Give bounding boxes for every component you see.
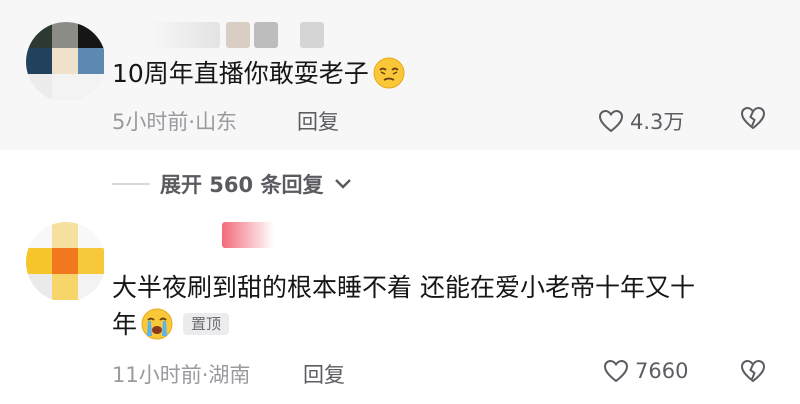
- comment-list: 10周年直播你敢耍老子 5小时前·山东 回复 4.3万 展开 560 条回复 大…: [0, 0, 800, 404]
- comment-text-content: 10周年直播你敢耍老子: [112, 59, 369, 88]
- reply-button[interactable]: 回复: [297, 106, 339, 136]
- comment-time: 5小时前: [112, 110, 189, 134]
- expand-replies-button[interactable]: 展开 560 条回复: [112, 169, 353, 199]
- expand-replies-label: 展开 560 条回复: [160, 173, 324, 197]
- comment-text: 10周年直播你敢耍老子: [112, 55, 405, 93]
- divider: [112, 183, 150, 185]
- pinned-badge: 置顶: [183, 313, 230, 335]
- like-count: 4.3万: [630, 110, 685, 134]
- broken-heart-icon: [740, 106, 766, 130]
- comment-time: 11小时前: [112, 363, 202, 387]
- comment-text-content: 年: [112, 310, 138, 339]
- comment-text-line1: 大半夜刷到甜的根本睡不着 还能在爱小老帝十年又十: [112, 273, 695, 302]
- comment-meta: 11小时前·湖南: [112, 359, 250, 389]
- comment-text-line2: 年 置顶: [112, 306, 230, 344]
- comment-meta: 5小时前·山东: [112, 106, 237, 136]
- comment-location: 湖南: [208, 363, 251, 387]
- crying-emoji-icon: [141, 308, 173, 340]
- heart-icon: [603, 359, 629, 383]
- chevron-down-icon: [335, 179, 352, 189]
- dislike-button[interactable]: [740, 359, 766, 383]
- comment-location: 山东: [195, 110, 238, 134]
- like-button[interactable]: 7660: [603, 359, 688, 383]
- broken-heart-icon: [740, 359, 766, 383]
- like-button[interactable]: 4.3万: [598, 106, 684, 136]
- reply-button[interactable]: 回复: [303, 359, 345, 389]
- smirk-emoji-icon: [373, 57, 405, 89]
- avatar[interactable]: [26, 22, 106, 102]
- dislike-button[interactable]: [740, 106, 766, 130]
- avatar[interactable]: [26, 222, 106, 302]
- like-count: 7660: [635, 359, 689, 383]
- heart-icon: [598, 109, 624, 133]
